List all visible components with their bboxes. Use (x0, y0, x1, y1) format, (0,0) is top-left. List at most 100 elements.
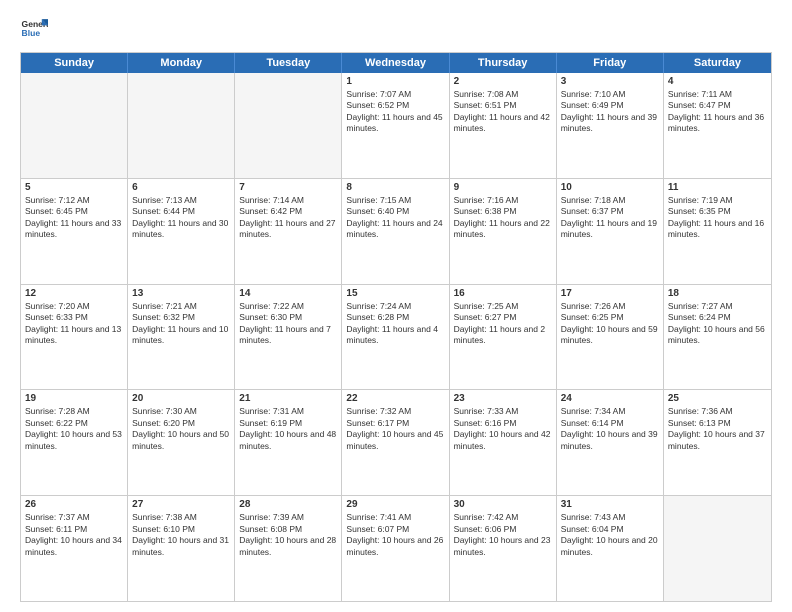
day-number: 18 (668, 288, 767, 299)
day-number: 12 (25, 288, 123, 299)
day-cell-2: 2Sunrise: 7:08 AMSunset: 6:51 PMDaylight… (450, 73, 557, 178)
cell-text: Sunrise: 7:16 AMSunset: 6:38 PMDaylight:… (454, 195, 552, 241)
day-cell-18: 18Sunrise: 7:27 AMSunset: 6:24 PMDayligh… (664, 285, 771, 390)
cell-text: Sunrise: 7:31 AMSunset: 6:19 PMDaylight:… (239, 406, 337, 452)
day-header-thursday: Thursday (450, 53, 557, 73)
day-number: 24 (561, 393, 659, 404)
day-cell-23: 23 Sunrise: 7:33 AMSunset: 6:16 PMDayligh… (450, 390, 557, 495)
day-cell-19: 19 Sunrise: 7:28 AMSunset: 6:22 PMDayligh… (21, 390, 128, 495)
header: General Blue (20, 16, 772, 44)
day-cell-1: 1 Sunrise: 7:07 AMSunset: 6:52 PMDaylight… (342, 73, 449, 178)
cell-text: Sunrise: 7:30 AMSunset: 6:20 PMDaylight:… (132, 406, 230, 452)
day-number: 7 (239, 182, 337, 193)
day-number: 31 (561, 499, 659, 510)
day-header-friday: Friday (557, 53, 664, 73)
day-header-tuesday: Tuesday (235, 53, 342, 73)
day-cell-14: 14Sunrise: 7:22 AMSunset: 6:30 PMDayligh… (235, 285, 342, 390)
day-cell-27: 27Sunrise: 7:38 AMSunset: 6:10 PMDayligh… (128, 496, 235, 601)
day-number: 4 (668, 76, 767, 87)
day-cell-7: 7Sunrise: 7:14 AMSunset: 6:42 PMDaylight… (235, 179, 342, 284)
day-number: 11 (668, 182, 767, 193)
day-number: 22 (346, 393, 444, 404)
day-cell-24: 24 Sunrise: 7:34 AMSunset: 6:14 PMDayligh… (557, 390, 664, 495)
day-header-saturday: Saturday (664, 53, 771, 73)
day-cell-28: 28Sunrise: 7:39 AMSunset: 6:08 PMDayligh… (235, 496, 342, 601)
logo-icon: General Blue (20, 16, 48, 44)
calendar-week-4: 19 Sunrise: 7:28 AMSunset: 6:22 PMDayligh… (21, 390, 771, 496)
day-cell-6: 6 Sunrise: 7:13 AMSunset: 6:44 PMDaylight… (128, 179, 235, 284)
day-number: 16 (454, 288, 552, 299)
cell-text: Sunrise: 7:21 AMSunset: 6:32 PMDaylight:… (132, 301, 230, 347)
day-cell-11: 11 Sunrise: 7:19 AMSunset: 6:35 PMDayligh… (664, 179, 771, 284)
day-number: 21 (239, 393, 337, 404)
day-cell-13: 13 Sunrise: 7:21 AMSunset: 6:32 PMDayligh… (128, 285, 235, 390)
cell-text: Sunrise: 7:10 AMSunset: 6:49 PMDaylight:… (561, 89, 659, 135)
day-cell-31: 31 Sunrise: 7:43 AMSunset: 6:04 PMDayligh… (557, 496, 664, 601)
calendar-body: 1 Sunrise: 7:07 AMSunset: 6:52 PMDaylight… (21, 73, 771, 601)
cell-text: Sunrise: 7:33 AMSunset: 6:16 PMDaylight:… (454, 406, 552, 452)
day-cell-29: 29 Sunrise: 7:41 AMSunset: 6:07 PMDayligh… (342, 496, 449, 601)
cell-text: Sunrise: 7:07 AMSunset: 6:52 PMDaylight:… (346, 89, 444, 135)
day-number: 25 (668, 393, 767, 404)
day-cell-17: 17 Sunrise: 7:26 AMSunset: 6:25 PMDayligh… (557, 285, 664, 390)
day-cell-22: 22 Sunrise: 7:32 AMSunset: 6:17 PMDayligh… (342, 390, 449, 495)
day-number: 29 (346, 499, 444, 510)
page: General Blue SundayMondayTuesdayWednesda… (0, 0, 792, 612)
day-number: 20 (132, 393, 230, 404)
cell-text: Sunrise: 7:42 AMSunset: 6:06 PMDaylight:… (454, 512, 552, 558)
cell-text: Sunrise: 7:37 AMSunset: 6:11 PMDaylight:… (25, 512, 123, 558)
cell-text: Sunrise: 7:25 AMSunset: 6:27 PMDaylight:… (454, 301, 552, 347)
day-cell-20: 20 Sunrise: 7:30 AMSunset: 6:20 PMDayligh… (128, 390, 235, 495)
empty-cell (235, 73, 342, 178)
empty-cell (664, 496, 771, 601)
cell-text: Sunrise: 7:32 AMSunset: 6:17 PMDaylight:… (346, 406, 444, 452)
day-cell-3: 3 Sunrise: 7:10 AMSunset: 6:49 PMDaylight… (557, 73, 664, 178)
cell-text: Sunrise: 7:12 AMSunset: 6:45 PMDaylight:… (25, 195, 123, 241)
day-cell-5: 5 Sunrise: 7:12 AMSunset: 6:45 PMDaylight… (21, 179, 128, 284)
day-number: 6 (132, 182, 230, 193)
day-number: 3 (561, 76, 659, 87)
cell-text: Sunrise: 7:39 AMSunset: 6:08 PMDaylight:… (239, 512, 337, 558)
cell-text: Sunrise: 7:18 AMSunset: 6:37 PMDaylight:… (561, 195, 659, 241)
cell-text: Sunrise: 7:36 AMSunset: 6:13 PMDaylight:… (668, 406, 767, 452)
cell-text: Sunrise: 7:22 AMSunset: 6:30 PMDaylight:… (239, 301, 337, 347)
day-number: 1 (346, 76, 444, 87)
calendar-header: SundayMondayTuesdayWednesdayThursdayFrid… (21, 53, 771, 73)
cell-text: Sunrise: 7:26 AMSunset: 6:25 PMDaylight:… (561, 301, 659, 347)
cell-text: Sunrise: 7:15 AMSunset: 6:40 PMDaylight:… (346, 195, 444, 241)
cell-text: Sunrise: 7:11 AMSunset: 6:47 PMDaylight:… (668, 89, 767, 135)
day-number: 23 (454, 393, 552, 404)
day-cell-21: 21 Sunrise: 7:31 AMSunset: 6:19 PMDayligh… (235, 390, 342, 495)
calendar-week-2: 5 Sunrise: 7:12 AMSunset: 6:45 PMDaylight… (21, 179, 771, 285)
day-cell-9: 9 Sunrise: 7:16 AMSunset: 6:38 PMDaylight… (450, 179, 557, 284)
cell-text: Sunrise: 7:34 AMSunset: 6:14 PMDaylight:… (561, 406, 659, 452)
calendar-week-5: 26 Sunrise: 7:37 AMSunset: 6:11 PMDayligh… (21, 496, 771, 601)
day-header-monday: Monday (128, 53, 235, 73)
logo: General Blue (20, 16, 48, 44)
day-number: 17 (561, 288, 659, 299)
day-number: 10 (561, 182, 659, 193)
day-number: 27 (132, 499, 230, 510)
cell-text: Sunrise: 7:24 AMSunset: 6:28 PMDaylight:… (346, 301, 444, 347)
day-number: 8 (346, 182, 444, 193)
day-number: 9 (454, 182, 552, 193)
cell-text: Sunrise: 7:13 AMSunset: 6:44 PMDaylight:… (132, 195, 230, 241)
cell-text: Sunrise: 7:19 AMSunset: 6:35 PMDaylight:… (668, 195, 767, 241)
day-cell-12: 12 Sunrise: 7:20 AMSunset: 6:33 PMDayligh… (21, 285, 128, 390)
calendar-week-3: 12 Sunrise: 7:20 AMSunset: 6:33 PMDayligh… (21, 285, 771, 391)
day-number: 13 (132, 288, 230, 299)
cell-text: Sunrise: 7:28 AMSunset: 6:22 PMDaylight:… (25, 406, 123, 452)
day-number: 19 (25, 393, 123, 404)
cell-text: Sunrise: 7:20 AMSunset: 6:33 PMDaylight:… (25, 301, 123, 347)
day-number: 26 (25, 499, 123, 510)
day-number: 5 (25, 182, 123, 193)
day-cell-10: 10 Sunrise: 7:18 AMSunset: 6:37 PMDayligh… (557, 179, 664, 284)
cell-text: Sunrise: 7:41 AMSunset: 6:07 PMDaylight:… (346, 512, 444, 558)
day-number: 2 (454, 76, 552, 87)
day-cell-4: 4 Sunrise: 7:11 AMSunset: 6:47 PMDaylight… (664, 73, 771, 178)
calendar: SundayMondayTuesdayWednesdayThursdayFrid… (20, 52, 772, 602)
day-cell-30: 30Sunrise: 7:42 AMSunset: 6:06 PMDayligh… (450, 496, 557, 601)
cell-text: Sunrise: 7:43 AMSunset: 6:04 PMDaylight:… (561, 512, 659, 558)
day-cell-8: 8 Sunrise: 7:15 AMSunset: 6:40 PMDaylight… (342, 179, 449, 284)
day-cell-15: 15Sunrise: 7:24 AMSunset: 6:28 PMDayligh… (342, 285, 449, 390)
